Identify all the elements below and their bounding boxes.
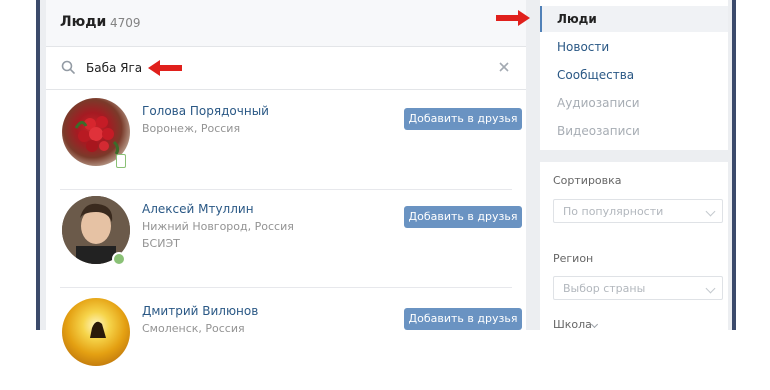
people-row: Голова Порядочный Воронеж, Россия Добави… <box>60 98 522 190</box>
person-education: БСИЭТ <box>142 237 180 250</box>
chevron-down-icon <box>590 320 599 329</box>
results-count: 4709 <box>110 16 141 30</box>
region-select-value: Выбор страны <box>563 282 646 295</box>
active-item-indicator <box>540 6 542 32</box>
sidebar-nav: Люди Новости Сообщества Аудиозаписи Виде… <box>540 0 728 150</box>
frame-right <box>732 0 736 330</box>
sidebar-item-audio[interactable]: Аудиозаписи <box>557 96 640 110</box>
region-select[interactable]: Выбор страны <box>553 276 723 300</box>
add-friend-button[interactable]: Добавить в друзья <box>404 206 522 228</box>
chevron-down-icon <box>705 206 716 217</box>
person-location: Нижний Новгород, Россия <box>142 220 294 233</box>
people-tab-arrow-icon <box>496 10 530 26</box>
person-name[interactable]: Голова Порядочный <box>142 104 269 118</box>
people-row: Алексей Мтуллин Нижний Новгород, Россия … <box>60 196 522 288</box>
sort-label: Сортировка <box>553 174 622 187</box>
page-title: Люди <box>60 14 107 30</box>
people-panel: Люди 4709 Баба Яга Голова Порядочный Вор… <box>46 0 526 366</box>
mobile-status-icon <box>116 154 126 168</box>
sidebar-item-video[interactable]: Видеозаписи <box>557 124 640 138</box>
add-friend-button[interactable]: Добавить в друзья <box>404 308 522 330</box>
search-arrow-icon <box>148 60 182 76</box>
divider <box>60 287 512 288</box>
add-friend-button[interactable]: Добавить в друзья <box>404 108 522 130</box>
sunset-image <box>90 321 106 338</box>
sort-select-value: По популярности <box>563 205 664 218</box>
person-name[interactable]: Алексей Мтуллин <box>142 202 254 216</box>
divider <box>60 189 512 190</box>
school-label[interactable]: Школа <box>553 318 592 331</box>
sidebar-item-communities[interactable]: Сообщества <box>557 68 634 82</box>
avatar[interactable] <box>62 298 130 366</box>
person-name[interactable]: Дмитрий Вилюнов <box>142 304 258 318</box>
sort-select[interactable]: По популярности <box>553 199 723 223</box>
people-header: Люди 4709 <box>46 0 526 47</box>
sidebar-item-news[interactable]: Новости <box>557 40 609 54</box>
chevron-down-icon <box>705 283 716 294</box>
search-input[interactable]: Баба Яга <box>86 61 142 75</box>
search-icon <box>61 60 75 74</box>
search-filters: Сортировка По популярности Регион Выбор … <box>540 162 728 331</box>
person-location: Воронеж, Россия <box>142 122 241 135</box>
online-status-dot <box>112 252 126 266</box>
people-row: Дмитрий Вилюнов Смоленск, Россия Добавит… <box>60 298 522 390</box>
search-bar[interactable]: Баба Яга <box>46 47 526 90</box>
person-location: Смоленск, Россия <box>142 322 245 335</box>
clear-search-icon[interactable] <box>498 61 510 73</box>
sidebar-item-people[interactable]: Люди <box>557 12 597 26</box>
region-label: Регион <box>553 252 594 265</box>
